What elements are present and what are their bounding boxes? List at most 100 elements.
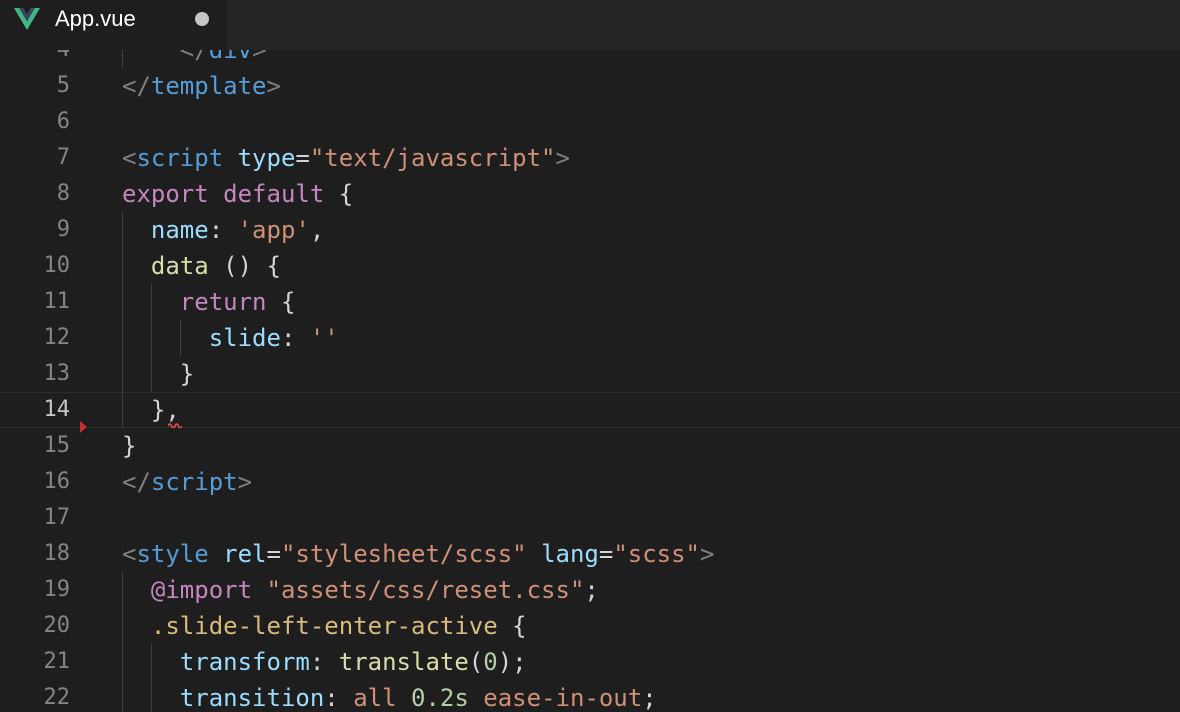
code-token: : [280,324,310,352]
vue-logo-icon [14,8,40,30]
code-text: slide: '' [122,320,339,356]
code-token: type [237,144,296,172]
code-line[interactable]: 12 slide: '' [0,320,1180,356]
code-token: ( [468,648,484,676]
code-text: @import "assets/css/reset.css"; [122,572,599,608]
code-line[interactable]: 7 <script type="text/javascript"> [0,140,1180,176]
code-token: lang [541,540,599,568]
code-line[interactable]: 16 </script> [0,464,1180,500]
tab-app-vue[interactable]: App.vue [0,0,226,50]
code-line[interactable]: 20 .slide-left-enter-active { [0,608,1180,644]
code-text: <style rel="stylesheet/scss" lang="scss"… [122,536,714,572]
code-line[interactable]: 17 [0,500,1180,536]
code-token: < [122,144,137,172]
code-token: data [150,252,209,280]
code-token: > [555,144,570,172]
line-number: 13 [43,361,71,386]
line-number: 10 [43,253,71,278]
line-number: 12 [43,325,71,350]
code-line[interactable]: 19 @import "assets/css/reset.css"; [0,572,1180,608]
line-number: 8 [56,181,70,206]
unsaved-dot-icon[interactable] [195,12,209,26]
code-text: transition: all 0.2s ease-in-out; [122,680,657,712]
code-line[interactable]: 9 name: 'app', [0,212,1180,248]
code-token: "scss" [613,540,701,568]
code-token: transition [179,684,325,712]
code-text: return { [122,284,296,320]
code-token: { [266,288,296,316]
code-token: > [700,540,715,568]
code-token: ; [584,576,599,604]
code-text: .slide-left-enter-active { [122,608,527,644]
code-text: </script> [122,464,252,500]
code-token: , [309,216,325,244]
line-number: 9 [56,217,70,242]
code-token: } [122,360,195,388]
code-text: transform: translate(0); [122,644,527,680]
code-token: return [179,288,267,316]
code-text: } [122,356,194,392]
code-line[interactable]: 6 [0,104,1180,140]
code-token: "text/javascript" [309,144,556,172]
code-token: > [266,72,281,100]
code-token: ; [642,684,657,712]
code-token: = [598,540,614,568]
code-token: translate [338,648,469,676]
code-token: template [150,72,267,100]
code-line[interactable]: 5 </template> [0,68,1180,104]
code-token: 0.2s [411,684,469,712]
code-line[interactable]: 15} [0,428,1180,464]
code-line[interactable]: 21 transform: translate(0); [0,644,1180,680]
line-number: 18 [43,541,71,566]
code-line[interactable]: 10 data () { [0,248,1180,284]
line-number: 5 [56,73,70,98]
tab-bar: App.vue [0,0,1180,50]
code-text: } [122,428,136,464]
code-token: slide [208,324,281,352]
code-token: 'app' [237,216,310,244]
line-number: 11 [43,289,71,314]
line-number: 6 [56,109,70,134]
code-line[interactable]: 18 <style rel="stylesheet/scss" lang="scs… [0,536,1180,572]
code-token: ); [497,648,527,676]
code-token: : [309,648,339,676]
code-token: transform [179,648,310,676]
code-text: </template> [122,68,281,104]
code-editor[interactable]: 4 </div>5</template>67<script type="text… [0,0,1180,712]
code-token: { [497,612,527,640]
line-number: 14 [43,397,71,422]
tab-label: App.vue [55,6,136,31]
line-number: 19 [43,577,71,602]
code-area[interactable]: 4 </div>5</template>67<script type="text… [0,0,1180,712]
code-token: "stylesheet/scss" [280,540,527,568]
code-token: 0 [483,648,498,676]
code-token: </ [122,72,151,100]
code-token: all [353,684,397,712]
error-squiggle-icon [168,423,182,428]
code-text: data () { [122,248,281,284]
code-line[interactable]: 8 export default { [0,176,1180,212]
code-text: export default { [122,176,353,212]
code-token: } [122,432,137,460]
code-line[interactable]: 22 transition: all 0.2s ease-in-out; [0,680,1180,712]
code-token: : [324,684,354,712]
code-text: name: 'app', [122,212,324,248]
code-token: = [266,540,281,568]
code-token: default [223,180,325,208]
code-line[interactable]: 11 return { [0,284,1180,320]
code-token: rel [223,540,267,568]
code-token: @import [150,576,253,604]
code-line[interactable]: 13 } [0,356,1180,392]
